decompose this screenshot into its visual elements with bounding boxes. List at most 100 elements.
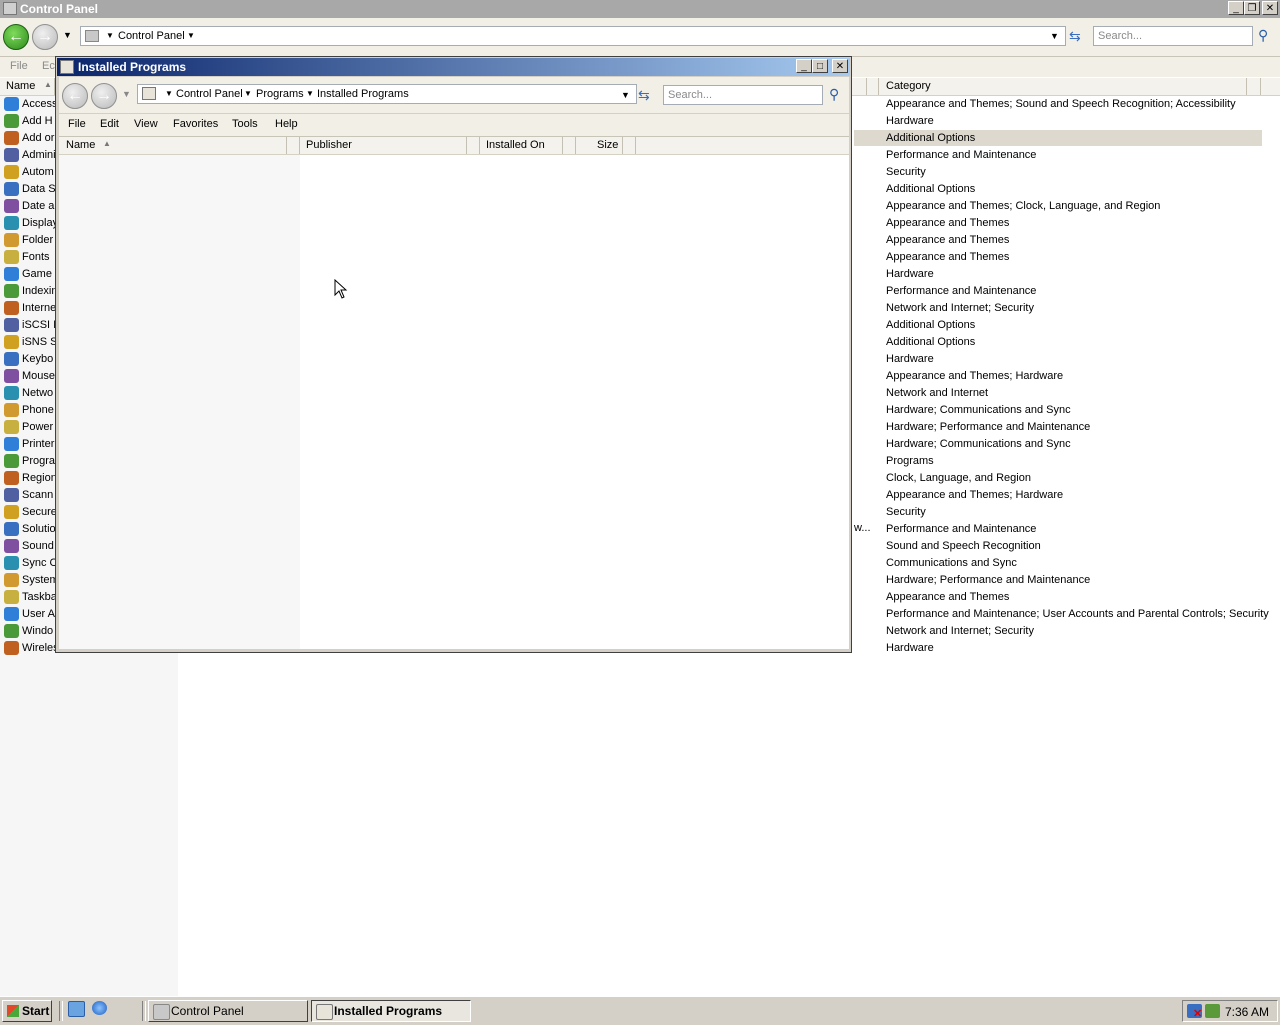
list-item[interactable]: Netwo: [4, 385, 56, 402]
menu-file[interactable]: File: [10, 60, 28, 72]
menu-file[interactable]: File: [68, 118, 86, 130]
list-item[interactable]: Data S: [4, 181, 56, 198]
column-divider[interactable]: [466, 137, 467, 154]
refresh-icon[interactable]: ⇆: [1069, 28, 1081, 45]
list-item[interactable]: Windo: [4, 623, 56, 640]
history-dropdown-icon[interactable]: ▼: [122, 89, 131, 99]
taskbar-installed-programs[interactable]: Installed Programs: [311, 1000, 471, 1022]
chevron-down-icon[interactable]: ▼: [306, 89, 314, 98]
breadcrumb-control-panel[interactable]: Control Panel: [118, 30, 185, 42]
chevron-down-icon[interactable]: ▼: [187, 31, 195, 40]
minimize-button[interactable]: _: [796, 59, 812, 73]
column-divider[interactable]: [1246, 78, 1247, 95]
safely-remove-hardware-icon[interactable]: [1205, 1004, 1220, 1018]
column-divider[interactable]: [575, 137, 576, 154]
list-item[interactable]: Printer: [4, 436, 56, 453]
column-category[interactable]: Category: [886, 80, 931, 92]
column-publisher[interactable]: Publisher: [306, 139, 352, 151]
column-divider[interactable]: [479, 137, 480, 154]
menu-view[interactable]: View: [134, 118, 158, 130]
clock[interactable]: 7:36 AM: [1225, 1005, 1269, 1019]
list-item[interactable]: Date a: [4, 198, 56, 215]
column-divider[interactable]: [1260, 78, 1261, 95]
maximize-button[interactable]: □: [812, 59, 828, 73]
search-icon[interactable]: ⚲: [1258, 27, 1268, 44]
list-item[interactable]: Sound: [4, 538, 56, 555]
chevron-down-icon[interactable]: ▼: [165, 89, 173, 98]
search-icon[interactable]: ⚲: [829, 86, 839, 103]
column-divider[interactable]: [622, 137, 623, 154]
address-breadcrumb[interactable]: ▼ Control Panel ▼ Programs ▼ Installed P…: [137, 84, 637, 104]
minimize-button[interactable]: _: [1228, 1, 1244, 15]
list-item[interactable]: Fonts: [4, 249, 56, 266]
column-size[interactable]: Size: [597, 139, 618, 151]
list-item[interactable]: Game: [4, 266, 56, 283]
column-divider[interactable]: [878, 78, 879, 95]
breadcrumb-installed-programs[interactable]: Installed Programs: [317, 88, 409, 100]
list-item[interactable]: Secure: [4, 504, 56, 521]
restore-button[interactable]: ❐: [1244, 1, 1260, 15]
list-item[interactable]: Autom: [4, 164, 56, 181]
taskbar-control-panel[interactable]: Control Panel: [148, 1000, 308, 1022]
menu-favorites[interactable]: Favorites: [173, 118, 218, 130]
column-divider[interactable]: [562, 137, 563, 154]
list-item[interactable]: Keybo: [4, 351, 56, 368]
list-item[interactable]: Interne: [4, 300, 56, 317]
list-item[interactable]: Wireles: [4, 640, 56, 657]
list-item[interactable]: Display: [4, 215, 56, 232]
search-input[interactable]: Search...: [1093, 26, 1253, 46]
list-item[interactable]: Add H: [4, 113, 56, 130]
address-breadcrumb[interactable]: ▼ Control Panel ▼ ▼: [80, 26, 1066, 46]
list-item[interactable]: iSCSI I: [4, 317, 56, 334]
list-item[interactable]: Access: [4, 96, 56, 113]
column-installed-on[interactable]: Installed On: [486, 139, 545, 151]
back-button[interactable]: ←: [62, 83, 88, 109]
column-divider[interactable]: [866, 78, 867, 95]
control-panel-titlebar[interactable]: Control Panel _ ❐ ✕: [0, 0, 1280, 18]
close-button[interactable]: ✕: [1262, 1, 1278, 15]
list-item[interactable]: Add or: [4, 130, 56, 147]
list-item[interactable]: Mouse: [4, 368, 56, 385]
forward-button[interactable]: →: [91, 83, 117, 109]
list-item[interactable]: Taskba: [4, 589, 56, 606]
list-item[interactable]: Solutio: [4, 521, 56, 538]
control-panel-applet-icon: [4, 386, 19, 400]
menu-tools[interactable]: Tools: [232, 118, 258, 130]
refresh-icon[interactable]: ⇆: [638, 87, 650, 104]
list-item[interactable]: iSNS S: [4, 334, 56, 351]
breadcrumb-programs[interactable]: Programs: [256, 88, 304, 100]
column-divider[interactable]: [286, 137, 287, 154]
history-dropdown-icon[interactable]: ▼: [63, 30, 72, 40]
menu-edit[interactable]: Edit: [100, 118, 119, 130]
search-input[interactable]: Search...: [663, 85, 823, 105]
list-item[interactable]: Folder: [4, 232, 56, 249]
list-item[interactable]: Indexin: [4, 283, 56, 300]
back-button[interactable]: ←: [3, 24, 29, 50]
list-item[interactable]: Sync C: [4, 555, 56, 572]
close-button[interactable]: ✕: [832, 59, 848, 73]
show-desktop-icon[interactable]: [68, 1001, 85, 1017]
address-dropdown-icon[interactable]: ▼: [621, 90, 630, 100]
column-divider[interactable]: [635, 137, 636, 154]
list-item[interactable]: User A: [4, 606, 56, 623]
address-dropdown-icon[interactable]: ▼: [1050, 31, 1059, 41]
column-divider[interactable]: [299, 137, 300, 154]
menu-edit[interactable]: Ec: [42, 60, 55, 72]
chevron-down-icon[interactable]: ▼: [106, 31, 114, 40]
column-name[interactable]: Name: [6, 80, 35, 92]
list-item[interactable]: Phone: [4, 402, 56, 419]
internet-explorer-icon[interactable]: [92, 1001, 107, 1015]
list-item[interactable]: Region: [4, 470, 56, 487]
installed-programs-titlebar[interactable]: Installed Programs _ □ ✕: [57, 58, 850, 76]
list-item[interactable]: System: [4, 572, 56, 589]
list-item[interactable]: Progra: [4, 453, 56, 470]
column-name[interactable]: Name: [66, 139, 95, 151]
chevron-down-icon[interactable]: ▼: [244, 89, 252, 98]
menu-help[interactable]: Help: [275, 118, 298, 130]
forward-button[interactable]: →: [32, 24, 58, 50]
list-item[interactable]: Power: [4, 419, 56, 436]
start-button[interactable]: Start: [2, 1000, 52, 1022]
breadcrumb-control-panel[interactable]: Control Panel: [176, 88, 243, 100]
list-item[interactable]: Admini: [4, 147, 56, 164]
list-item[interactable]: Scann: [4, 487, 56, 504]
